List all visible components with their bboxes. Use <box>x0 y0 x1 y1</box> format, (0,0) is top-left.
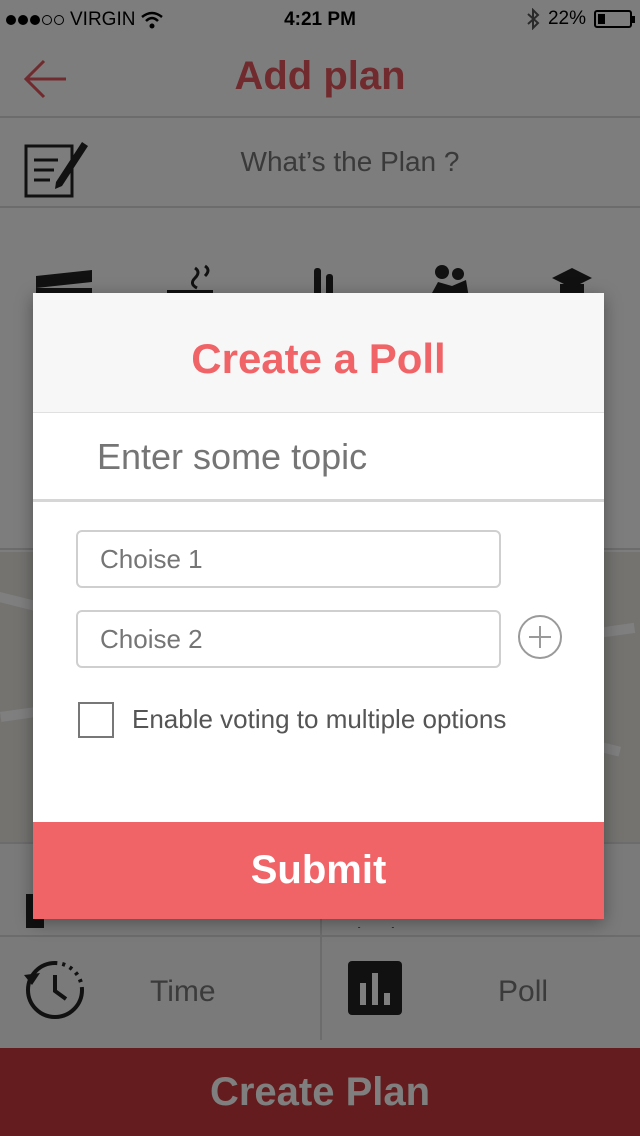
multiple-votes-checkbox[interactable] <box>78 702 114 738</box>
choice-2-input[interactable] <box>76 610 501 668</box>
add-choice-button[interactable] <box>518 615 562 659</box>
poll-topic-input[interactable] <box>33 414 604 502</box>
dialog-header: Create a Poll <box>33 293 604 413</box>
submit-button[interactable]: Submit <box>33 822 604 919</box>
multiple-votes-label: Enable voting to multiple options <box>132 704 507 734</box>
create-poll-dialog: Create a Poll Enable voting to multiple … <box>33 293 604 919</box>
dialog-title: Create a Poll <box>191 335 446 382</box>
plus-icon <box>529 626 551 648</box>
choice-1-input[interactable] <box>76 530 501 588</box>
